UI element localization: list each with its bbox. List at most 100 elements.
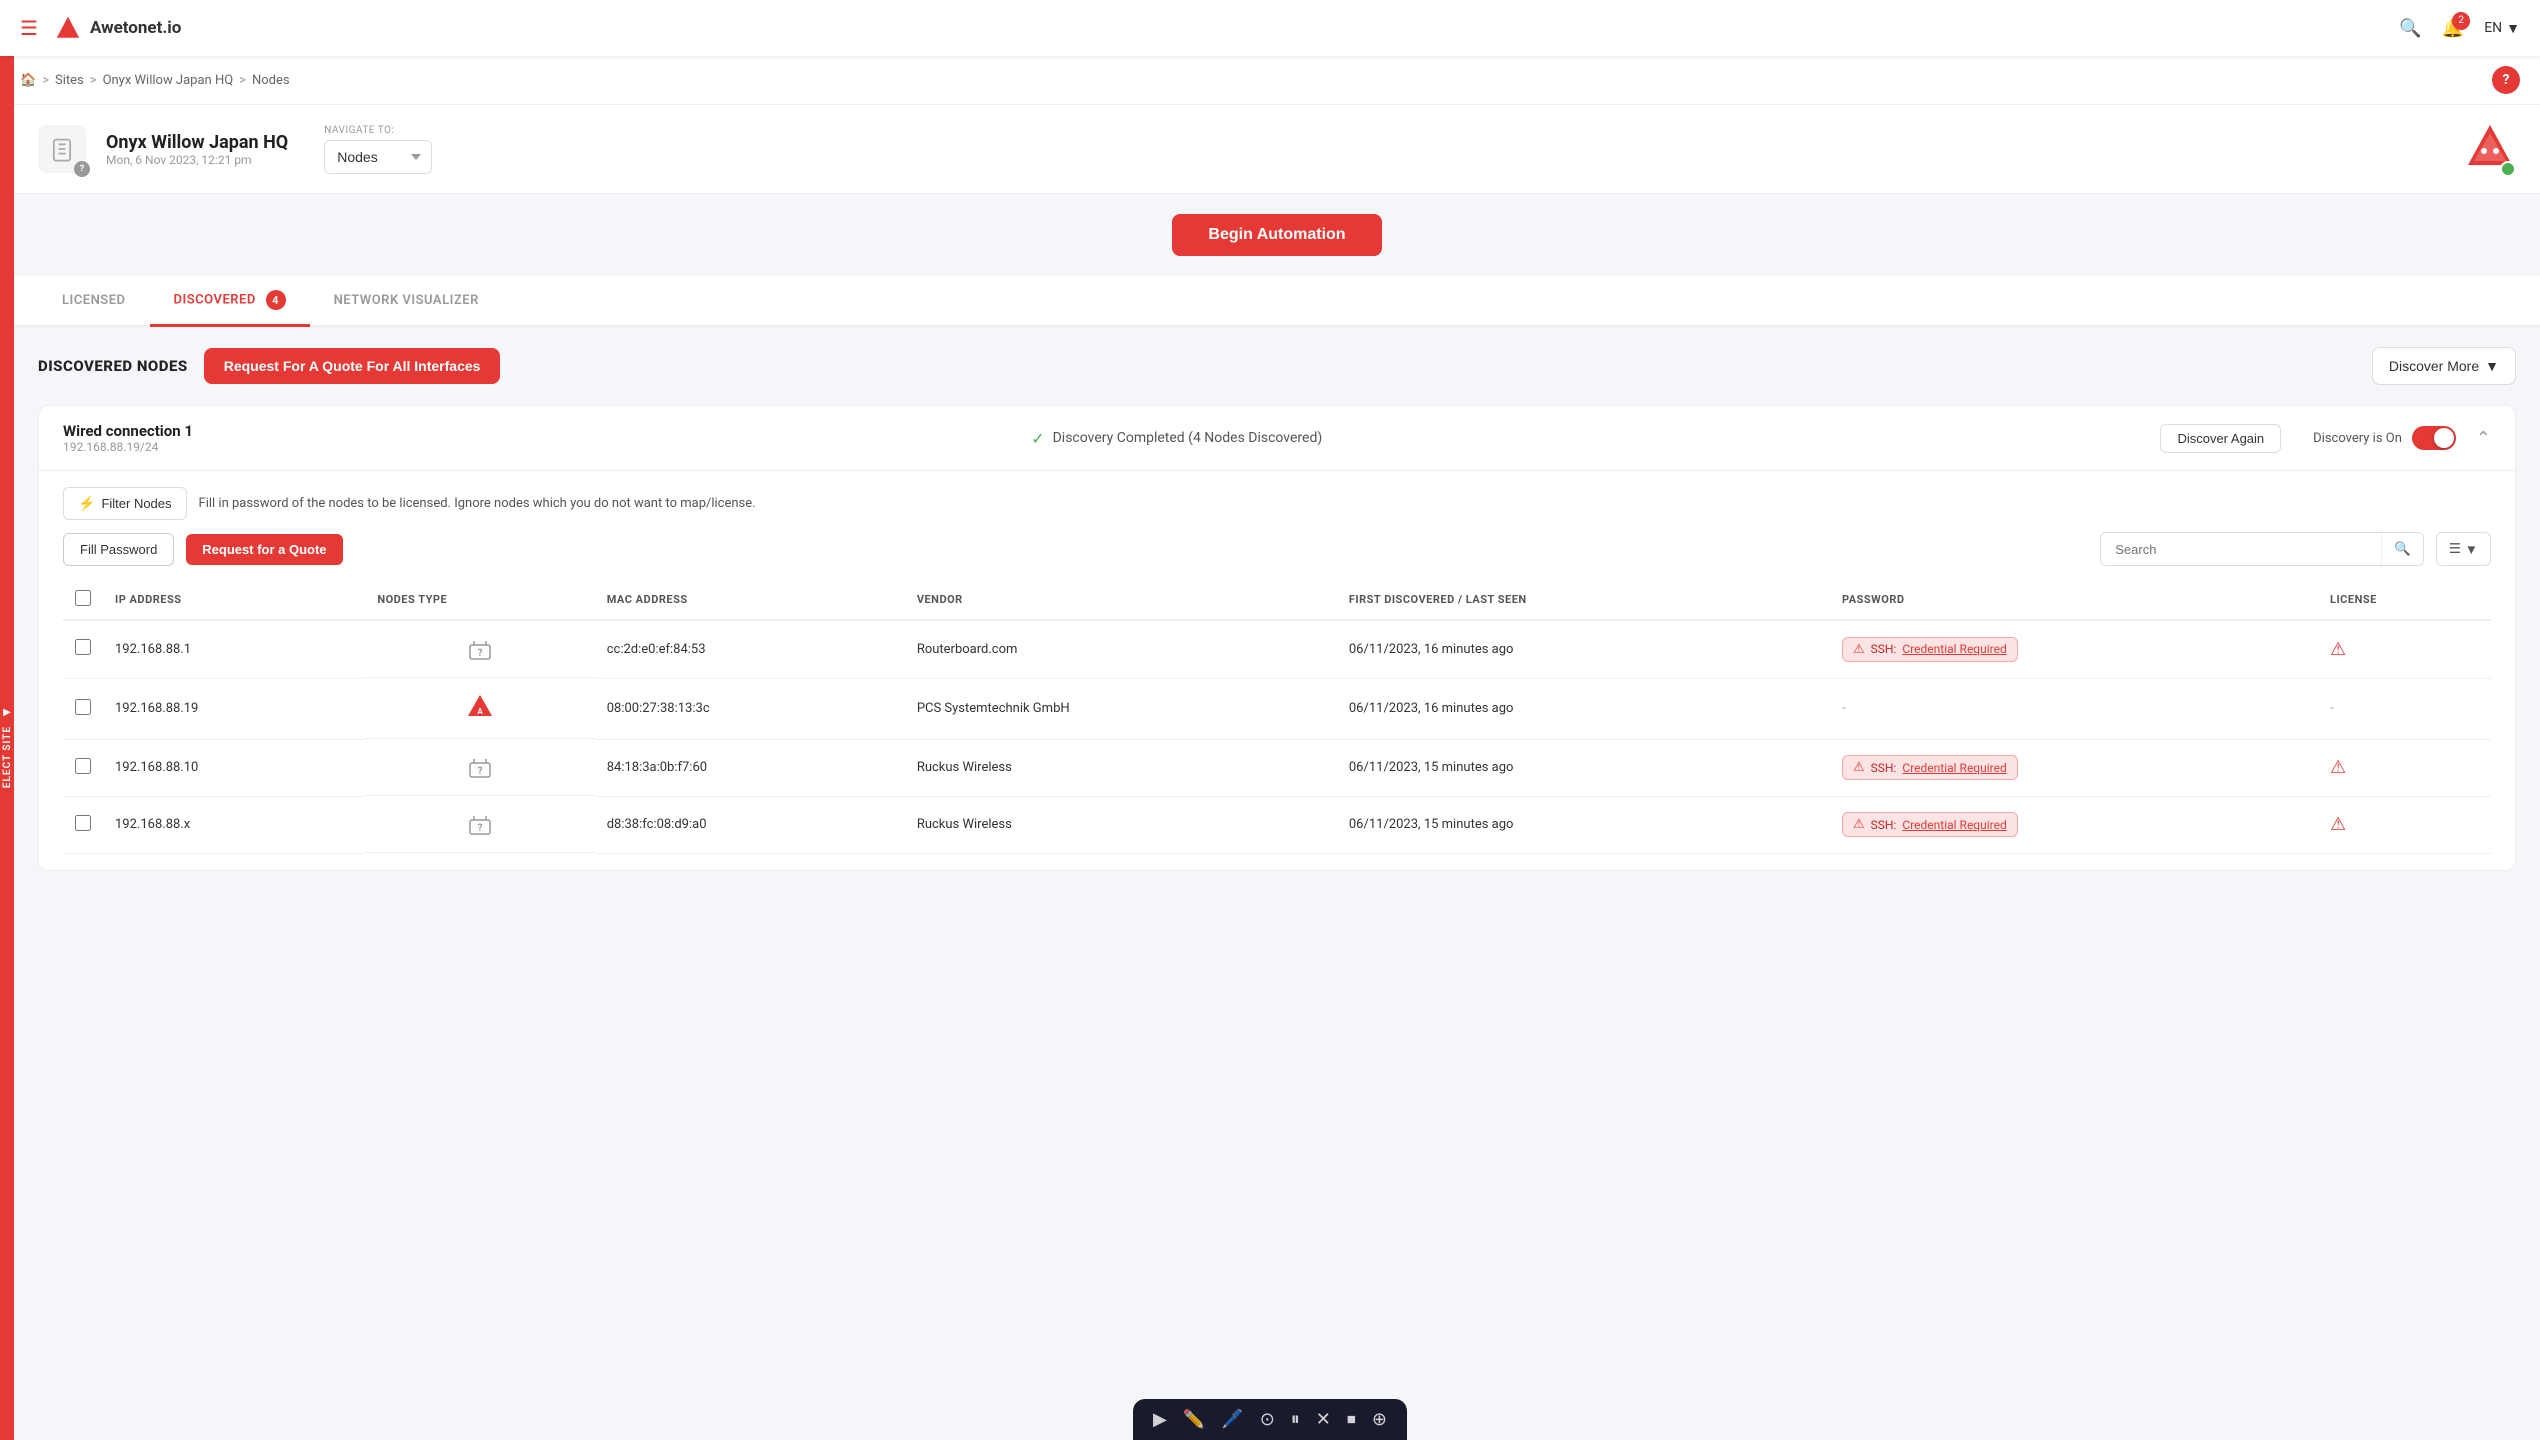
begin-automation-button[interactable]: Begin Automation [1172,214,1381,256]
network-tool-icon[interactable]: ⊕ [1372,1409,1387,1430]
pencil-tool-icon[interactable]: ✏️ [1183,1409,1205,1430]
credential-required-link[interactable]: Credential Required [1902,642,2006,656]
cell-vendor: PCS Systemtechnik GmbH [905,678,1337,739]
cell-license: ⚠ [2318,739,2491,796]
side-panel-label: ELECT SITE [2,726,13,788]
navigate-select-wrap: NAVIGATE TO: Nodes Interfaces Settings [324,125,432,174]
hamburger-icon[interactable]: ☰ [20,16,38,40]
aweton-device-icon: A [466,692,494,724]
cell-first-seen: 06/11/2023, 15 minutes ago [1337,739,1830,796]
search-wrap: 🔍 [2100,532,2424,566]
credential-required-link[interactable]: Credential Required [1902,818,2006,832]
cell-node-type: ? [365,739,594,796]
fill-info-text: Fill in password of the nodes to be lice… [199,496,756,511]
automation-row: Begin Automation [14,194,2540,276]
cell-vendor: Ruckus Wireless [905,739,1337,796]
search-icon[interactable]: 🔍 [2399,18,2421,39]
collapse-button[interactable]: ⌃ [2476,428,2491,449]
node-tool-icon[interactable]: ⊙ [1260,1409,1275,1430]
discover-more-button[interactable]: Discover More ▼ [2372,347,2516,385]
connection-header: Wired connection 1 192.168.88.19/24 ✓ Di… [39,406,2515,471]
check-icon: ✓ [1031,429,1044,448]
connection-ip: 192.168.88.19/24 [63,440,193,454]
select-all-checkbox[interactable] [75,590,91,606]
tab-licensed[interactable]: LICENSED [38,279,150,325]
connection-name: Wired connection 1 [63,422,193,440]
tabs-row: LICENSED DISCOVERED 4 NETWORK VISUALIZER [14,276,2540,327]
site-name: Onyx Willow Japan HQ [106,132,288,153]
svg-text:?: ? [478,766,483,777]
connection-body: ⚡ Filter Nodes Fill in password of the n… [39,471,2515,870]
ssh-label: SSH: [1871,818,1897,832]
aweton-bot [2464,121,2516,177]
pause-tool-icon[interactable]: ⏸ [1291,1409,1300,1430]
stop-tool-icon[interactable]: ⏹ [1347,1409,1356,1430]
unknown-device-icon: ? [466,635,494,663]
table-row: 192.168.88.1 ? cc:2d:e0:ef:84:53Routerbo… [63,620,2491,678]
request-quote-all-button[interactable]: Request For A Quote For All Interfaces [204,348,501,384]
breadcrumb-site[interactable]: Onyx Willow Japan HQ [103,73,234,88]
cell-license: ⚠ [2318,796,2491,853]
close-tool-icon[interactable]: ✕ [1316,1409,1331,1430]
col-license: LICENSE [2318,580,2491,620]
cell-mac: cc:2d:e0:ef:84:53 [595,620,905,678]
help-icon[interactable]: ? [2492,66,2520,94]
fill-password-button[interactable]: Fill Password [63,533,174,566]
license-warning-icon: ⚠ [2330,757,2346,778]
table-header: IP ADDRESS NODES TYPE MAC ADDRESS VENDOR… [63,580,2491,620]
highlighter-tool-icon[interactable]: 🖊️ [1221,1409,1243,1430]
row-checkbox-3[interactable] [75,815,91,831]
cell-ip: 192.168.88.1 [103,620,365,678]
sort-icon: ☰ [2449,541,2461,557]
filter-nodes-button[interactable]: ⚡ Filter Nodes [63,487,187,520]
unknown-device-icon: ? [466,753,494,781]
navigate-label: NAVIGATE TO: [324,125,432,136]
license-warning-icon: ⚠ [2330,814,2346,835]
filter-sort-button[interactable]: ☰ ▼ [2436,532,2491,566]
notification-bell[interactable]: 🔔 2 [2442,18,2464,39]
search-input[interactable] [2101,534,2381,565]
row-checkbox-1[interactable] [75,699,91,715]
discovery-toggle[interactable] [2412,426,2456,450]
col-ip-address: IP ADDRESS [103,580,365,620]
tab-discovered[interactable]: DISCOVERED 4 [150,276,310,327]
nodes-table-body: 192.168.88.1 ? cc:2d:e0:ef:84:53Routerbo… [63,620,2491,853]
cell-password: ⚠ SSH: Credential Required [1830,739,2318,796]
chevron-down-icon: ▼ [2465,542,2478,557]
col-mac-address: MAC ADDRESS [595,580,905,620]
cursor-tool-icon[interactable]: ▶ [1153,1409,1167,1430]
col-password: PASSWORD [1830,580,2318,620]
cell-vendor: Routerboard.com [905,620,1337,678]
discovered-section: DISCOVERED NODES Request For A Quote For… [14,327,2540,891]
nodes-table: IP ADDRESS NODES TYPE MAC ADDRESS VENDOR… [63,580,2491,854]
cell-ip: 192.168.88.x [103,796,365,853]
credential-required-link[interactable]: Credential Required [1902,761,2006,775]
discovery-toggle-wrap: Discovery is On [2313,426,2456,450]
site-icon: ? [38,125,86,173]
bottom-toolbar: ▶ ✏️ 🖊️ ⊙ ⏸ ✕ ⏹ ⊕ [1133,1399,1407,1440]
main-content: ? Onyx Willow Japan HQ Mon, 6 Nov 2023, … [14,105,2540,891]
request-quote-button[interactable]: Request for a Quote [186,534,342,565]
side-panel[interactable]: ▶ ELECT SITE [0,56,14,1440]
credential-badge: ⚠ SSH: Credential Required [1842,755,2018,780]
language-selector[interactable]: EN ▼ [2484,20,2520,37]
breadcrumb: 🏠 > Sites > Onyx Willow Japan HQ > Nodes… [0,56,2540,105]
filter-row: ⚡ Filter Nodes Fill in password of the n… [63,487,2491,520]
row-checkbox-0[interactable] [75,639,91,655]
navigate-select[interactable]: Nodes Interfaces Settings [324,140,432,174]
home-icon[interactable]: 🏠 [20,73,36,88]
row-checkbox-2[interactable] [75,758,91,774]
cell-mac: 08:00:27:38:13:3c [595,678,905,739]
license-dash: - [2330,701,2334,716]
discovered-badge: 4 [266,290,286,310]
breadcrumb-sites[interactable]: Sites [55,73,84,88]
cell-first-seen: 06/11/2023, 16 minutes ago [1337,620,1830,678]
notification-count: 2 [2452,12,2470,30]
discover-again-button[interactable]: Discover Again [2160,424,2281,453]
cell-node-type: ? [365,796,594,853]
unknown-device-icon: ? [466,810,494,838]
site-date: Mon, 6 Nov 2023, 12:21 pm [106,153,288,167]
filter-icon: ⚡ [78,495,95,512]
tab-network-visualizer[interactable]: NETWORK VISUALIZER [310,279,503,325]
search-icon-button[interactable]: 🔍 [2381,533,2423,565]
